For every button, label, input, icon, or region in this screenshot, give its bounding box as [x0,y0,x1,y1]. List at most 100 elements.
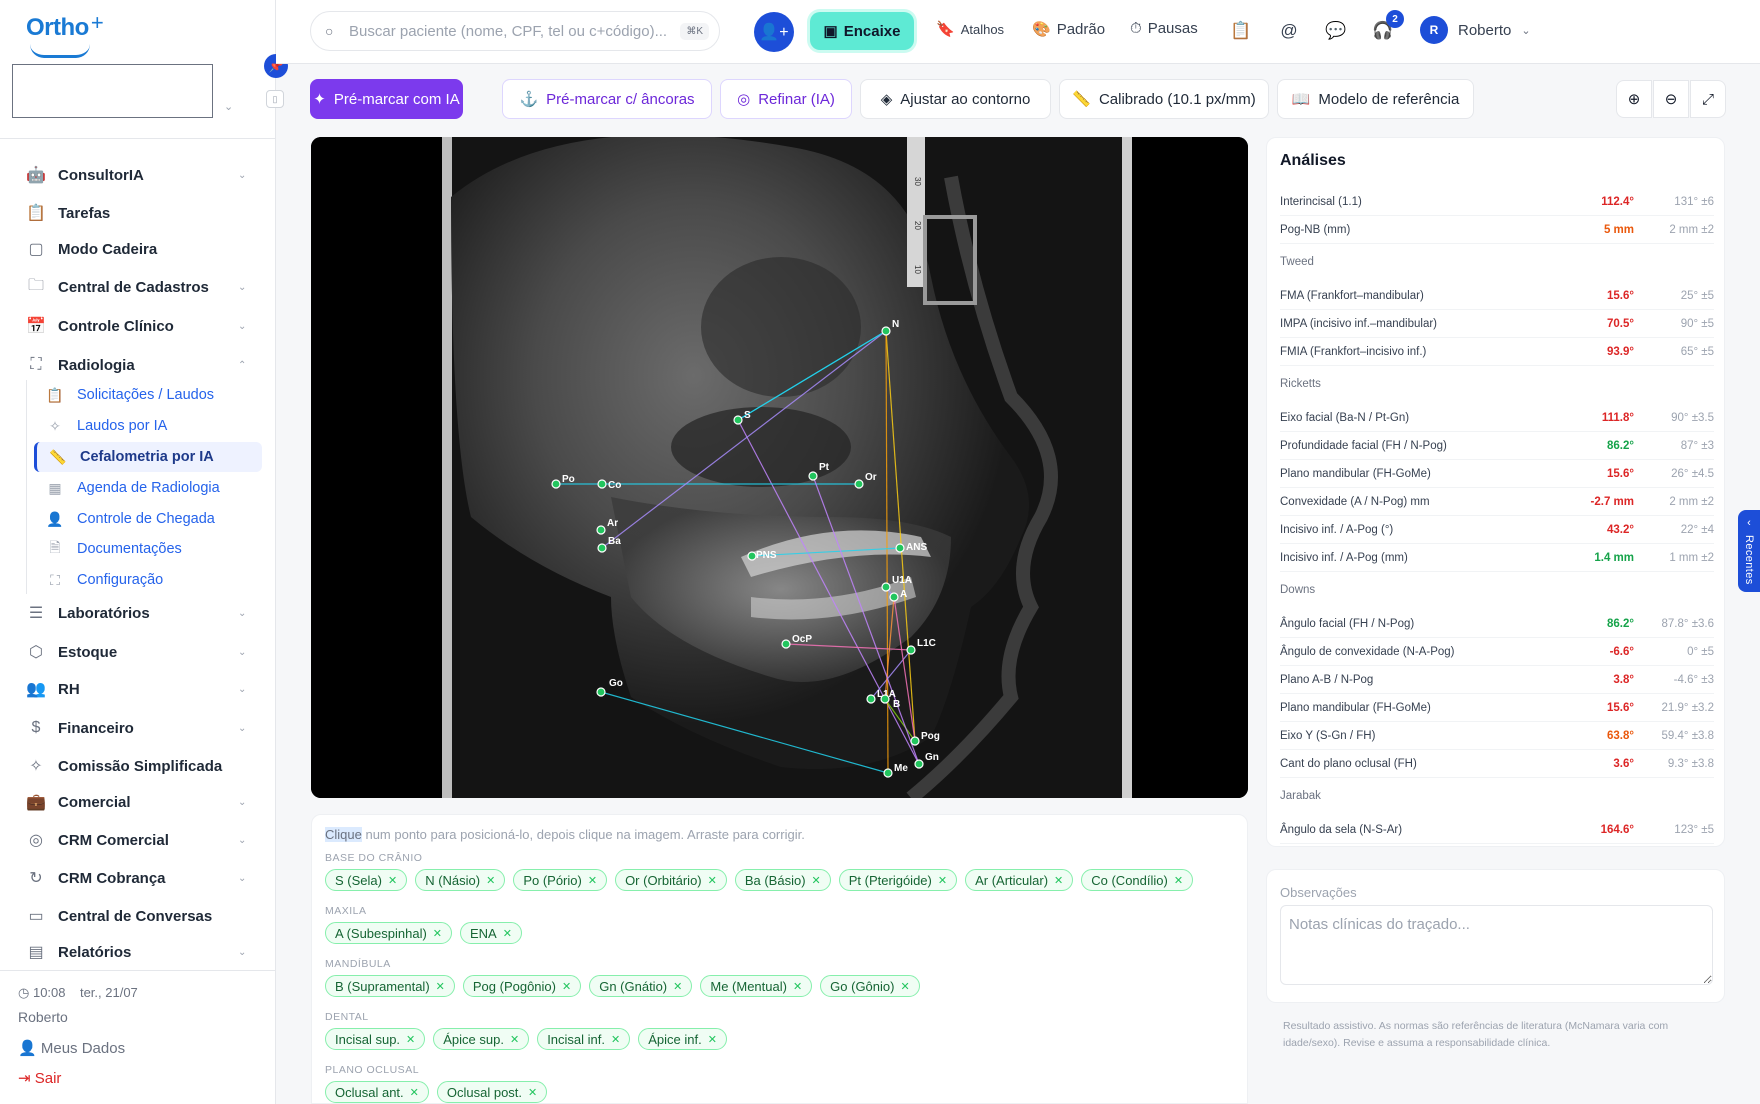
padrao-button[interactable]: 🎨 Padrão [1032,20,1105,39]
fullscreen-button[interactable]: ⤢ [1690,80,1726,118]
landmark-chip[interactable]: Ar (Articular) ✕ [965,869,1074,891]
clinic-selector[interactable] [12,64,213,118]
sidebar-subitem-configura-o[interactable]: ⛶ Configuração [34,565,262,595]
close-icon[interactable]: ✕ [503,927,512,940]
ceph-point-ans[interactable] [895,543,905,553]
landmark-chip[interactable]: Or (Orbitário) ✕ [615,869,727,891]
sidebar-item-consultoria[interactable]: 🤖 ConsultorIA ⌄ [0,160,276,190]
zoom-out-button[interactable]: ⊖ [1653,80,1689,118]
close-icon[interactable]: ✕ [938,874,947,887]
premarcar-ancoras-button[interactable]: ⚓ Pré-marcar c/ âncoras [502,79,712,119]
at-icon[interactable]: @ [1276,18,1302,44]
clipboard-icon[interactable]: 📋 [1228,18,1254,44]
close-icon[interactable]: ✕ [436,980,445,993]
landmark-chip[interactable]: Gn (Gnátio) ✕ [589,975,693,997]
refinar-button[interactable]: ◎ Refinar (IA) [720,79,852,119]
premarcar-ia-button[interactable]: ✦ Pré-marcar com IA [310,79,463,119]
close-icon[interactable]: ✕ [510,1033,519,1046]
close-icon[interactable]: ✕ [486,874,495,887]
landmark-chip[interactable]: Incisal inf. ✕ [537,1028,631,1050]
ceph-point-go[interactable] [596,687,606,697]
ceph-point-ocp[interactable] [781,639,791,649]
zoom-in-button[interactable]: ⊕ [1616,80,1652,118]
sidebar-subitem-documenta-es[interactable]: 🗎 Documentações [34,534,262,564]
landmark-chip[interactable]: Ápice sup. ✕ [433,1028,530,1050]
sidebar-item-comiss-o-simplificada[interactable]: ✧ Comissão Simplificada [0,751,276,781]
ceph-point-l1c[interactable] [906,645,916,655]
add-patient-button[interactable]: 👤+ [754,12,794,52]
sidebar-item-estoque[interactable]: ⬡ Estoque ⌄ [0,637,276,667]
xray-canvas[interactable]: 302010 NSPoCoPtOrArBaPNSANSU1AAOcPL1AGoB… [311,137,1248,798]
pausas-button[interactable]: ⏱ Pausas [1130,20,1198,37]
ceph-point-a[interactable] [889,592,899,602]
ajustar-contorno-button[interactable]: ◈ Ajustar ao contorno [860,79,1051,119]
sidebar-item-controle-cl-nico[interactable]: 📅 Controle Clínico ⌄ [0,311,276,341]
landmark-chip[interactable]: Incisal sup. ✕ [325,1028,426,1050]
landmark-chip[interactable]: Me (Mentual) ✕ [700,975,813,997]
ceph-point-s[interactable] [733,415,743,425]
ceph-point-u1a[interactable] [881,582,891,592]
sidebar-subitem-agenda-de-radiologia[interactable]: ▦ Agenda de Radiologia [34,473,262,503]
sidebar-item-financeiro[interactable]: $ Financeiro ⌄ [0,713,276,743]
sidebar-item-crm-comercial[interactable]: ◎ CRM Comercial ⌄ [0,825,276,855]
ceph-point-co[interactable] [597,479,607,489]
close-icon[interactable]: ✕ [562,980,571,993]
landmark-chip[interactable]: Pt (Pterigóide) ✕ [838,869,958,891]
ceph-point-po[interactable] [551,479,561,489]
close-icon[interactable]: ✕ [528,1086,537,1099]
sidebar-item-rh[interactable]: 👥 RH ⌄ [0,674,276,704]
landmark-chip[interactable]: Ba (Básio) ✕ [734,869,831,891]
landmark-chip[interactable]: B (Supramental) ✕ [325,975,455,997]
user-menu[interactable]: R Roberto ⌄ [1420,16,1531,44]
close-icon[interactable]: ✕ [388,874,397,887]
ceph-point-gn[interactable] [914,759,924,769]
landmark-chip[interactable]: A (Subespinhal) ✕ [325,922,452,944]
close-icon[interactable]: ✕ [708,874,717,887]
recentes-tab[interactable]: ‹ Recentes [1738,510,1760,592]
observacoes-textarea[interactable] [1280,905,1713,985]
close-icon[interactable]: ✕ [673,980,682,993]
modelo-referencia-button[interactable]: 📖 Modelo de referência [1277,79,1474,119]
ceph-point-pns[interactable] [747,551,757,561]
close-icon[interactable]: ✕ [900,980,909,993]
landmark-chip[interactable]: Po (Pório) ✕ [513,869,608,891]
ceph-point-pog[interactable] [910,736,920,746]
patient-search[interactable]: ○ ⌘K [310,11,720,51]
logout-link[interactable]: ⇥ Sair [18,1069,61,1087]
sidebar-item-relat-rios[interactable]: ▤ Relatórios ⌄ [0,937,276,967]
sidebar-item-tarefas[interactable]: 📋 Tarefas [0,198,276,228]
landmark-chip[interactable]: N (Násio) ✕ [415,869,506,891]
encaixe-button[interactable]: ▣ Encaixe [810,12,914,50]
cephalometric-xray[interactable]: 30 20 10 N S Po Co Pt Or Ar Ba PNS ANS U1A A OcP L1A Go B… [311,137,1248,798]
close-icon[interactable]: ✕ [708,1033,717,1046]
close-icon[interactable]: ✕ [611,1033,620,1046]
sidebar-item-radiologia[interactable]: ⛶ Radiologia ⌃ [0,350,276,380]
sidebar-subitem-cefalometria-por-ia[interactable]: 📏 Cefalometria por IA [34,442,262,472]
close-icon[interactable]: ✕ [588,874,597,887]
ceph-point-n[interactable] [881,326,891,336]
close-icon[interactable]: ✕ [793,980,802,993]
close-icon[interactable]: ✕ [1054,874,1063,887]
close-icon[interactable]: ✕ [1174,874,1183,887]
landmark-chip[interactable]: ENA ✕ [460,922,522,944]
close-icon[interactable]: ✕ [812,874,821,887]
ceph-point-pt[interactable] [808,471,818,481]
sidebar-item-comercial[interactable]: 💼 Comercial ⌄ [0,787,276,817]
landmark-chip[interactable]: Go (Gônio) ✕ [820,975,920,997]
atalhos-button[interactable]: 🔖 Atalhos [936,20,1004,38]
landmark-chip[interactable]: Oclusal post. ✕ [436,1081,548,1103]
sidebar-item-central-de-conversas[interactable]: ▭ Central de Conversas [0,901,276,931]
close-icon[interactable]: ✕ [433,927,442,940]
close-icon[interactable]: ✕ [410,1086,419,1099]
sidebar-item-modo-cadeira[interactable]: ▢ Modo Cadeira [0,234,276,264]
meus-dados-link[interactable]: 👤 Meus Dados [18,1039,125,1057]
ceph-point-l1a[interactable] [866,694,876,704]
sidebar-collapse-icon[interactable]: ▯ [266,90,284,108]
ceph-point-or[interactable] [854,479,864,489]
sidebar-subitem-solicita-es-laudos[interactable]: 📋 Solicitações / Laudos [34,380,262,410]
close-icon[interactable]: ✕ [406,1033,415,1046]
sidebar-subitem-controle-de-chegada[interactable]: 👤 Controle de Chegada [34,504,262,534]
ortho-logo[interactable]: Ortho + [26,10,104,58]
sidebar-subitem-laudos-por-ia[interactable]: ✧ Laudos por IA [34,411,262,441]
landmark-chip[interactable]: Ápice inf. ✕ [638,1028,727,1050]
